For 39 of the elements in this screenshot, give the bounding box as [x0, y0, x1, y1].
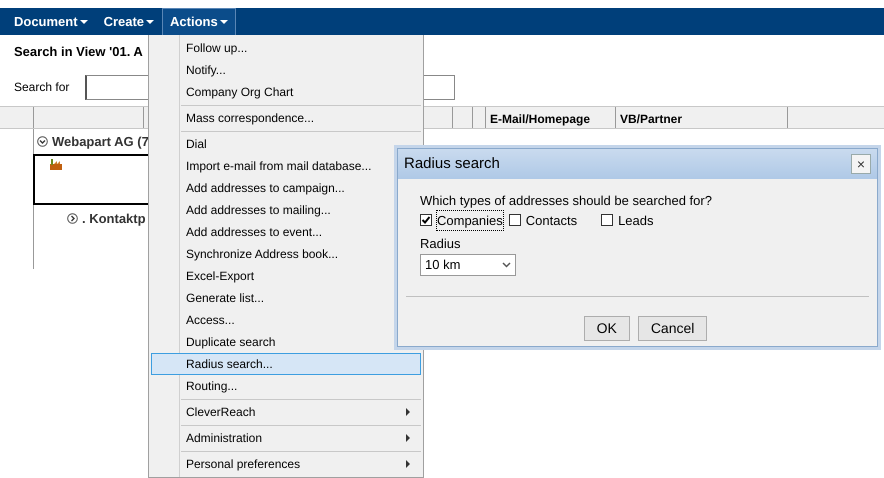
ok-button[interactable]: OK	[584, 316, 630, 340]
toggle-icon[interactable]	[37, 136, 48, 148]
checkbox-option[interactable]: Contacts	[508, 210, 578, 230]
menu-item[interactable]: Dial	[151, 133, 421, 155]
factory-icon	[49, 158, 63, 170]
tree-node-label[interactable]: Webapart AG (7	[52, 132, 149, 152]
menu-tab[interactable]: Document	[6, 8, 96, 35]
caret-icon	[80, 20, 88, 24]
menu-item[interactable]: Notify...	[151, 59, 421, 81]
dialog-title: Radius search	[404, 154, 500, 174]
menu-item[interactable]: Follow up...	[151, 37, 421, 59]
menu-item[interactable]: Administration	[151, 427, 421, 449]
question-text: Which types of addresses should be searched for?	[420, 192, 713, 210]
radius-label: Radius	[420, 235, 462, 253]
caret-icon	[220, 20, 228, 24]
caret-icon	[146, 20, 154, 24]
radius-select[interactable]: 10 km	[420, 254, 516, 276]
column-header[interactable]: VB/Partner	[615, 107, 787, 128]
menu-tab[interactable]: Actions	[162, 8, 236, 35]
search-label: Search for	[14, 79, 70, 96]
menu-item[interactable]: Mass correspondence...	[151, 107, 421, 129]
checkbox[interactable]	[420, 214, 432, 226]
checkbox[interactable]	[508, 214, 521, 226]
menu-item[interactable]: Radius search...	[151, 353, 421, 375]
close-button[interactable]: ×	[851, 154, 871, 174]
menu-item[interactable]: Company Org Chart	[151, 81, 421, 103]
menu-item[interactable]: CleverReach	[151, 401, 421, 423]
toggle-icon[interactable]	[67, 212, 78, 224]
view-title: Search in View '01. A	[14, 43, 143, 61]
column-header[interactable]: E-Mail/Homepage	[485, 107, 615, 128]
menu-tab[interactable]: Create	[96, 8, 162, 35]
checkbox-option[interactable]: Companies	[420, 210, 503, 230]
menu-item[interactable]: Personal preferences	[151, 453, 421, 475]
tree-node-label[interactable]: . Kontaktp	[82, 208, 146, 228]
menu-item[interactable]: Routing...	[151, 375, 421, 397]
checkbox-option[interactable]: Leads	[601, 210, 654, 230]
checkbox[interactable]	[601, 214, 614, 226]
chevron-icon	[502, 262, 511, 268]
cancel-button[interactable]: Cancel	[638, 316, 708, 340]
